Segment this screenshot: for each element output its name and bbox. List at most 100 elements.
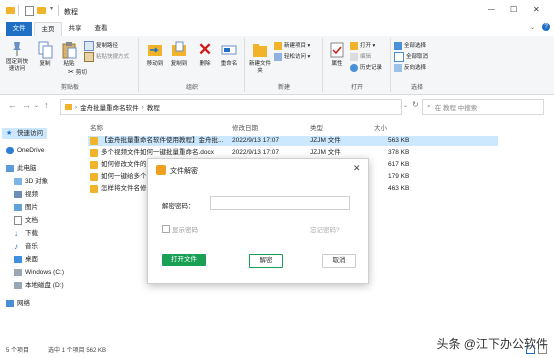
column-header-name[interactable]: 名称 bbox=[90, 122, 103, 132]
tab-file[interactable]: 文件 bbox=[6, 22, 32, 36]
maximize-button[interactable]: ☐ bbox=[510, 5, 517, 14]
network-icon bbox=[6, 300, 14, 307]
nav-item-pictures[interactable]: 图片 bbox=[14, 202, 38, 213]
new-group: 新建文件夹 新建项目 ▾ 轻松访问 ▾ 新建 bbox=[246, 38, 323, 92]
cancel-button[interactable]: 取消 bbox=[322, 254, 356, 268]
nav-item-network[interactable]: 网络 bbox=[6, 298, 30, 309]
paste-shortcut-label: 粘贴快捷方式 bbox=[96, 54, 130, 60]
close-window-button[interactable]: ✕ bbox=[533, 5, 540, 14]
copy-button[interactable]: 复制 bbox=[34, 41, 56, 68]
history-icon bbox=[350, 64, 358, 72]
tab-view[interactable]: 查看 bbox=[90, 22, 112, 36]
nav-label: 文档 bbox=[25, 217, 38, 224]
nav-item-documents[interactable]: 文档 bbox=[14, 215, 38, 226]
table-row[interactable]: 【金舟批量重命名软件使用教程】金舟批... 2022/9/13 17:07 JZ… bbox=[88, 136, 498, 146]
refresh-icon[interactable]: ↻ bbox=[412, 100, 419, 109]
forward-arrow-icon[interactable]: → bbox=[22, 100, 31, 110]
breadcrumb-separator-icon: › bbox=[141, 103, 144, 111]
recent-dropdown-icon[interactable]: ⌄ bbox=[34, 102, 39, 109]
paste-shortcut-button[interactable]: 粘贴快捷方式 bbox=[84, 52, 129, 62]
nav-item-drive-c[interactable]: Windows (C:) bbox=[14, 267, 64, 278]
move-to-button[interactable]: 移动到 bbox=[144, 41, 166, 68]
nav-item-onedrive[interactable]: OneDrive bbox=[6, 145, 44, 156]
nav-label: 快速访问 bbox=[17, 130, 43, 137]
tab-home[interactable]: 主页 bbox=[34, 22, 62, 36]
quick-access-divider bbox=[18, 5, 19, 16]
drive-icon bbox=[14, 282, 22, 289]
tab-share[interactable]: 共享 bbox=[64, 22, 86, 36]
easy-access-label: 轻松访问 ▾ bbox=[284, 54, 311, 60]
address-path[interactable]: › 金舟批量重命名软件 › 教程 bbox=[60, 99, 402, 115]
file-name: 【金舟批量重命名软件使用教程】金舟批... bbox=[101, 137, 224, 144]
jzjm-file-icon bbox=[90, 137, 98, 145]
history-button[interactable]: 历史记录 bbox=[350, 63, 382, 73]
breadcrumb-software[interactable]: 金舟批量重命名软件 bbox=[80, 102, 139, 112]
table-row[interactable]: 多个视频文件如何一键批量重命名.docx 2022/9/13 17:07 JZJ… bbox=[88, 148, 498, 158]
rename-button[interactable]: 重命名 bbox=[218, 41, 240, 68]
history-label: 历史记录 bbox=[360, 65, 383, 71]
nav-item-music[interactable]: ♪ 音乐 bbox=[14, 241, 38, 252]
copy-path-icon bbox=[84, 41, 94, 51]
address-dropdown-icon[interactable]: ⌄ bbox=[403, 102, 408, 109]
rename-label: 重命名 bbox=[220, 61, 238, 67]
select-all-icon bbox=[394, 42, 402, 50]
nav-item-quick-access[interactable]: ★ 快速访问 bbox=[2, 128, 47, 139]
nav-item-this-pc[interactable]: 此电脑 bbox=[6, 163, 37, 174]
properties-quick-icon[interactable] bbox=[25, 6, 34, 16]
forgot-password-link[interactable]: 忘记密码? bbox=[310, 224, 340, 234]
new-folder-button[interactable]: 新建文件夹 bbox=[248, 41, 272, 75]
dialog-close-button[interactable]: ✕ bbox=[353, 163, 361, 174]
decrypt-button[interactable]: 解密 bbox=[249, 254, 283, 268]
open-group: 属性 打开 ▾ 编辑 历史记录 打开 bbox=[324, 38, 391, 92]
new-item-icon bbox=[274, 42, 282, 50]
nav-item-desktop[interactable]: 桌面 bbox=[14, 254, 38, 265]
invert-selection-button[interactable]: 反向选择 bbox=[394, 63, 426, 73]
properties-icon bbox=[329, 41, 345, 59]
new-item-label: 新建项目 ▾ bbox=[284, 43, 311, 49]
file-type: JZJM 文件 bbox=[310, 137, 341, 144]
nav-item-downloads[interactable]: ↓ 下载 bbox=[14, 228, 38, 239]
ribbon-expand-icon[interactable]: ⌄ bbox=[530, 24, 535, 31]
copy-to-button[interactable]: 复制到 bbox=[168, 41, 190, 68]
organize-group: 移动到 复制到 ✕ 删除 重命名 组织 bbox=[140, 38, 245, 92]
edit-button[interactable]: 编辑 bbox=[350, 52, 371, 62]
nav-item-videos[interactable]: 视频 bbox=[14, 189, 38, 200]
column-header-size[interactable]: 大小 bbox=[374, 122, 387, 132]
column-header-modified[interactable]: 修改日期 bbox=[232, 122, 258, 132]
pin-icon bbox=[12, 41, 22, 57]
nav-label: Windows (C:) bbox=[25, 269, 65, 276]
delete-button[interactable]: ✕ 删除 bbox=[194, 41, 216, 68]
nav-item-3d[interactable]: 3D 对象 bbox=[14, 176, 48, 187]
cut-button[interactable]: ✂ 剪切 bbox=[68, 68, 87, 78]
select-all-button[interactable]: 全部选择 bbox=[394, 41, 426, 51]
help-icon[interactable]: ? bbox=[542, 23, 550, 31]
path-folder-icon bbox=[65, 104, 72, 110]
minimize-button[interactable]: — bbox=[488, 6, 495, 13]
properties-button[interactable]: 属性 bbox=[326, 41, 348, 68]
open-file-button[interactable]: 打开文件 bbox=[162, 254, 206, 266]
new-folder-quick-icon[interactable] bbox=[37, 7, 46, 14]
customize-dropdown-icon[interactable]: ▾ bbox=[50, 5, 53, 12]
select-none-button[interactable]: 全部取消 bbox=[394, 52, 428, 62]
pin-quick-access-button[interactable]: 固定到快速访问 bbox=[4, 41, 30, 73]
nav-label: 音乐 bbox=[25, 243, 38, 250]
new-folder-label: 新建文件夹 bbox=[248, 61, 271, 74]
delete-x-icon: ✕ bbox=[197, 40, 213, 59]
paste-button[interactable]: 粘贴 bbox=[58, 41, 80, 68]
copy-folder-icon bbox=[171, 41, 187, 59]
open-button[interactable]: 打开 ▾ bbox=[350, 41, 375, 51]
copy-path-button[interactable]: 复制路径 bbox=[84, 41, 118, 51]
title-bar: ▾ 教程 — ☐ ✕ bbox=[0, 0, 554, 23]
nav-item-drive-d[interactable]: 本地磁盘 (D:) bbox=[14, 280, 64, 291]
search-input[interactable]: ⌕ 在 教程 中搜索 bbox=[422, 99, 544, 115]
column-header-type[interactable]: 类型 bbox=[310, 122, 323, 132]
scissors-icon: ✂ bbox=[68, 69, 74, 76]
password-field[interactable] bbox=[210, 196, 350, 210]
back-arrow-icon[interactable]: ← bbox=[8, 100, 17, 110]
up-arrow-icon[interactable]: ↑ bbox=[44, 100, 49, 110]
file-size: 179 KB bbox=[388, 173, 410, 180]
new-item-button[interactable]: 新建项目 ▾ bbox=[274, 41, 310, 51]
breadcrumb-tutorial[interactable]: 教程 bbox=[147, 102, 160, 112]
show-password-checkbox[interactable] bbox=[162, 225, 170, 233]
easy-access-button[interactable]: 轻松访问 ▾ bbox=[274, 52, 310, 62]
